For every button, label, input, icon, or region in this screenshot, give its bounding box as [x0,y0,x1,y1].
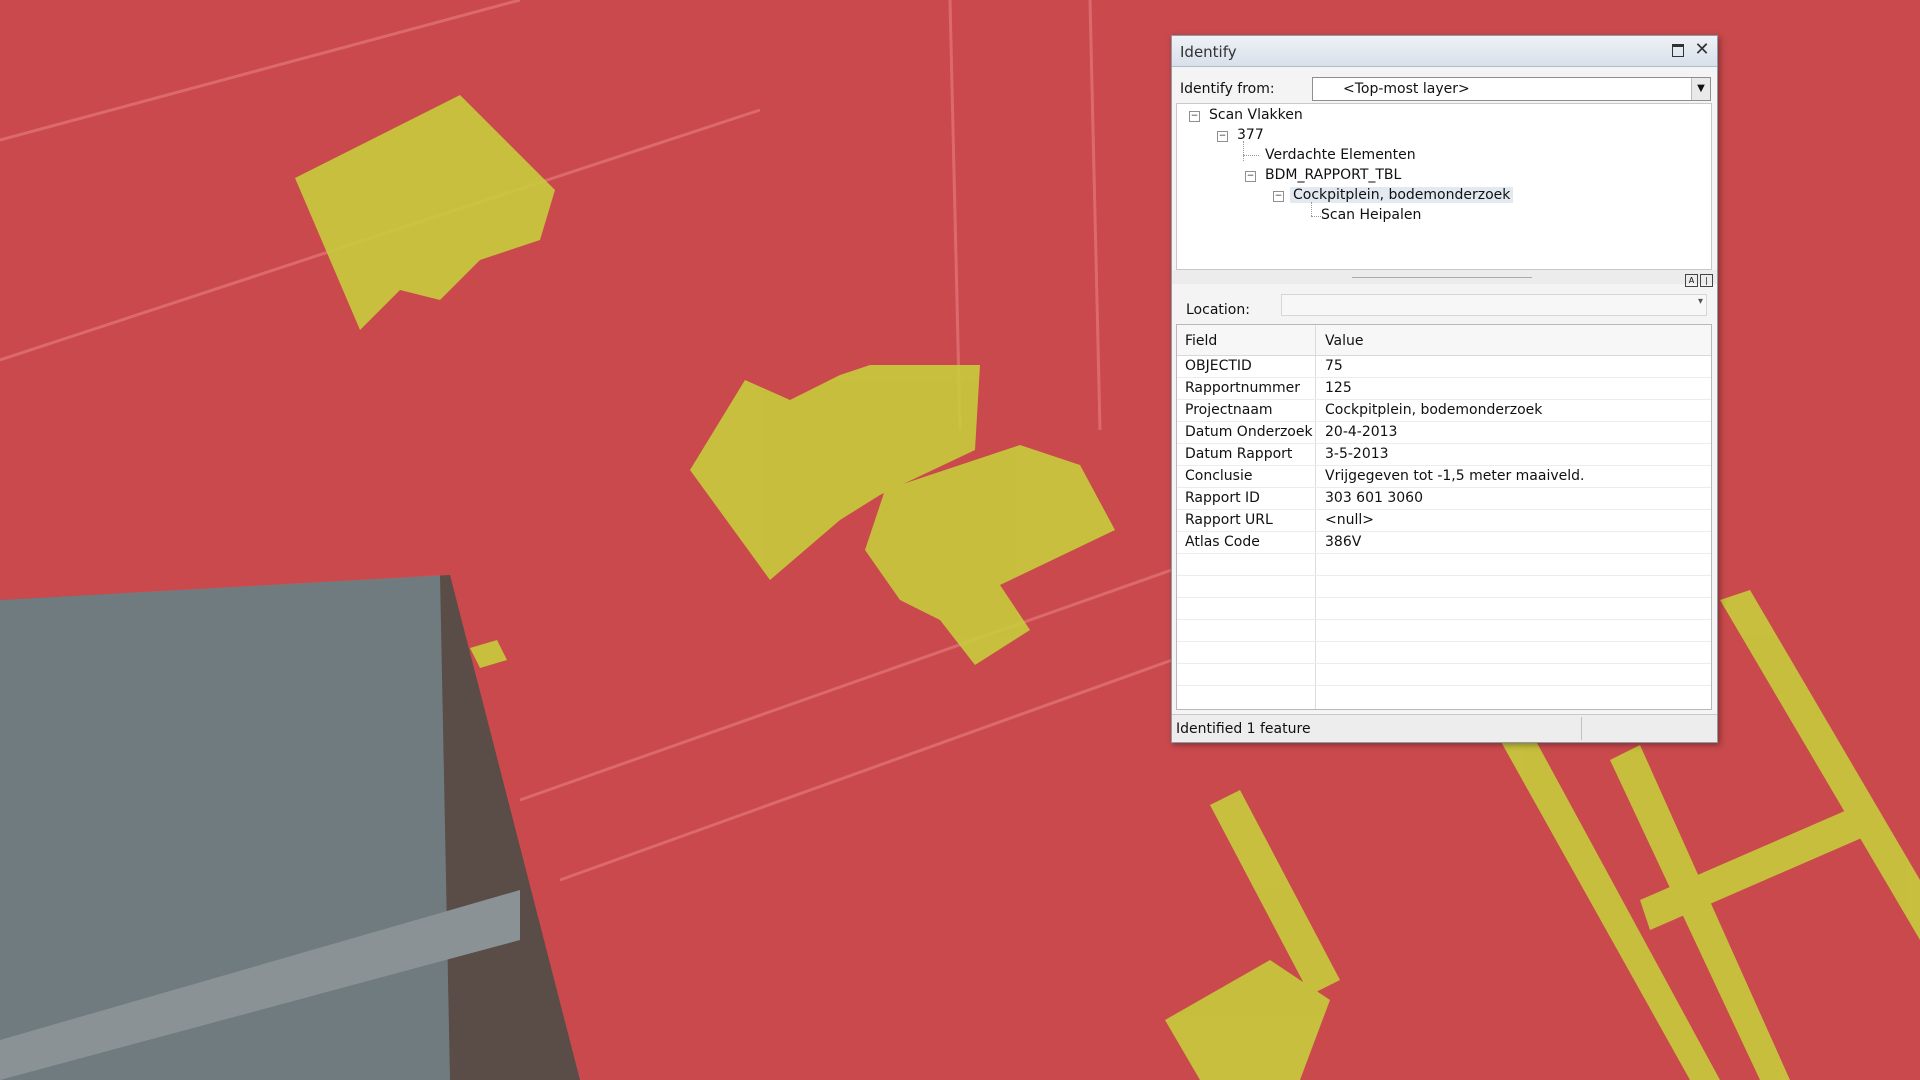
empty-row [1177,642,1711,664]
collapse-icon[interactable]: − [1245,171,1256,182]
tree-connector [1243,155,1259,156]
empty-row [1177,554,1711,576]
collapse-icon[interactable]: − [1189,111,1200,122]
status-bar: Identified 1 feature [1172,714,1717,742]
maximize-button[interactable] [1669,41,1687,59]
value-cell: 125 [1325,380,1352,396]
table-row[interactable]: Conclusie Vrijgegeven tot -1,5 meter maa… [1177,466,1711,488]
value-cell: Cockpitplein, bodemonderzoek [1325,402,1543,418]
value-cell: <null> [1325,512,1374,528]
tree-node-verdachte-elementen[interactable]: Verdachte Elementen [1265,147,1416,163]
tree-node-scan-vlakken[interactable]: Scan Vlakken [1209,107,1303,123]
table-row[interactable]: Rapport ID 303 601 3060 [1177,488,1711,510]
pane-splitter[interactable]: A | [1172,270,1717,287]
value-cell: 386V [1325,534,1362,550]
status-divider [1581,717,1582,740]
close-button[interactable]: ✕ [1693,41,1711,59]
identify-window: Identify ✕ Identify from: <Top-most laye… [1171,35,1718,743]
view-toggle[interactable]: A | [1683,271,1713,287]
field-cell: Projectnaam [1185,402,1273,418]
empty-row [1177,620,1711,642]
identify-from-dropdown[interactable]: <Top-most layer> ▼ [1312,77,1711,101]
value-cell: 3-5-2013 [1325,446,1389,462]
field-cell: Rapport URL [1185,512,1273,528]
field-cell: Datum Onderzoek [1185,424,1313,440]
table-row[interactable]: Datum Onderzoek 20-4-2013 [1177,422,1711,444]
chevron-down-icon[interactable]: ▼ [1691,78,1710,100]
results-tree[interactable]: − Scan Vlakken − 377 Verdachte Elementen… [1176,103,1712,270]
table-row[interactable]: OBJECTID 75 [1177,356,1711,378]
value-cell: 75 [1325,358,1343,374]
value-cell: 20-4-2013 [1325,424,1398,440]
tree-connector [1243,141,1244,161]
tree-node-scan-heipalen[interactable]: Scan Heipalen [1321,207,1421,223]
identify-from-label: Identify from: [1180,81,1275,97]
location-field[interactable]: ▾ [1281,294,1707,316]
value-cell: 303 601 3060 [1325,490,1423,506]
alpha-sort-icon[interactable]: A [1685,274,1698,287]
tree-node-cockpitplein[interactable]: Cockpitplein, bodemonderzoek [1290,187,1514,203]
field-cell: Rapportnummer [1185,380,1300,396]
empty-row [1177,598,1711,620]
field-cell: Rapport ID [1185,490,1260,506]
title-bar[interactable]: Identify ✕ [1172,36,1717,67]
table-row[interactable]: Datum Rapport 3-5-2013 [1177,444,1711,466]
value-cell: Vrijgegeven tot -1,5 meter maaiveld. [1325,468,1585,484]
collapse-icon[interactable]: − [1273,191,1284,202]
status-text: Identified 1 feature [1176,721,1311,737]
table-row[interactable]: Rapport URL <null> [1177,510,1711,532]
field-cell: Datum Rapport [1185,446,1293,462]
tree-node-377[interactable]: 377 [1237,127,1264,143]
window-title: Identify [1180,43,1237,61]
field-cell: OBJECTID [1185,358,1252,374]
splitter-grip [1352,277,1532,278]
column-header-field[interactable]: Field [1185,333,1217,349]
column-header-value[interactable]: Value [1325,333,1363,349]
tree-connector [1311,202,1312,216]
table-header: Field Value [1177,325,1711,356]
field-cell: Atlas Code [1185,534,1260,550]
table-row[interactable]: Rapportnummer 125 [1177,378,1711,400]
field-cell: Conclusie [1185,468,1253,484]
chevron-down-icon[interactable]: ▾ [1698,296,1703,307]
list-view-icon[interactable]: | [1700,274,1713,287]
attribute-table: Field Value OBJECTID 75 Rapportnummer 12… [1176,324,1712,710]
identify-from-value: <Top-most layer> [1343,81,1470,97]
empty-row [1177,664,1711,686]
table-row[interactable]: Projectnaam Cockpitplein, bodemonderzoek [1177,400,1711,422]
collapse-icon[interactable]: − [1217,131,1228,142]
table-row[interactable]: Atlas Code 386V [1177,532,1711,554]
location-label: Location: [1186,302,1250,318]
empty-row [1177,576,1711,598]
tree-node-bdm-rapport-tbl[interactable]: BDM_RAPPORT_TBL [1265,167,1401,183]
